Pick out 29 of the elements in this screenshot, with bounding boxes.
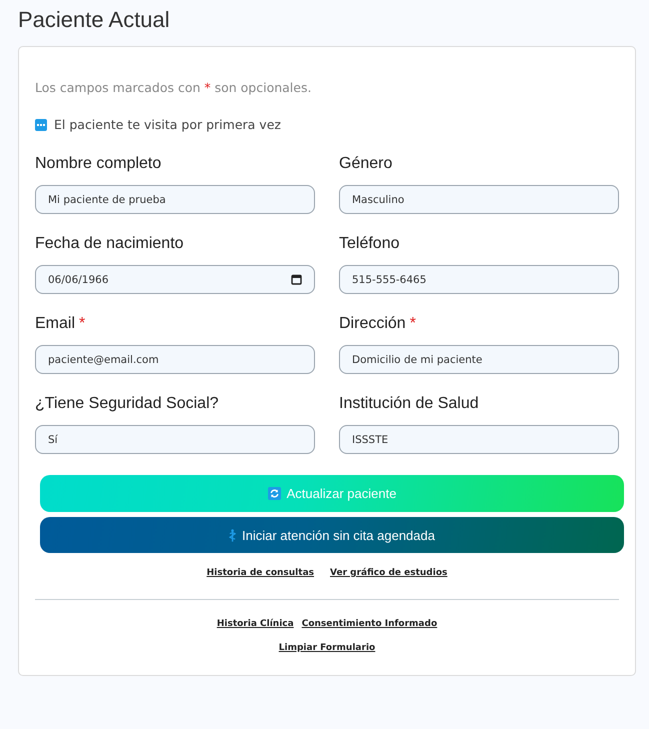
- field-label: Nombre completo: [35, 155, 162, 173]
- badge-icon: [35, 119, 47, 131]
- text-link[interactable]: Ver gráfico de estudios: [330, 567, 448, 580]
- field-label: ¿Tiene Seguridad Social?: [35, 395, 219, 413]
- date-field[interactable]: 06/06/1966: [35, 265, 315, 294]
- field-label: Fecha de nacimiento: [35, 235, 184, 253]
- input-field[interactable]: paciente@email.com: [35, 345, 315, 374]
- field-label: Género: [339, 155, 392, 173]
- input-field[interactable]: Mi paciente de prueba: [35, 185, 315, 214]
- input-field[interactable]: Masculino: [339, 185, 619, 214]
- first-visit-text: El paciente te visita por primera vez: [54, 117, 281, 133]
- text-link[interactable]: Historia Clínica: [216, 618, 294, 631]
- input-field[interactable]: Sí: [35, 425, 315, 454]
- caduceus-icon: [229, 528, 236, 542]
- calendar-icon[interactable]: [291, 274, 302, 285]
- page-title: Paciente Actual: [18, 6, 170, 34]
- action-button[interactable]: Iniciar atención sin cita agendada: [40, 517, 624, 553]
- text-link[interactable]: Historia de consultas: [206, 567, 314, 580]
- field-label: Institución de Salud: [339, 395, 479, 413]
- optional-fields-note: Los campos marcados con * son opcionales.: [35, 80, 312, 96]
- text-link[interactable]: Limpiar Formulario: [278, 642, 376, 655]
- input-field[interactable]: ISSSTE: [339, 425, 619, 454]
- refresh-icon: [268, 487, 281, 500]
- field-label: Email *: [35, 315, 86, 333]
- field-label: Teléfono: [339, 235, 400, 253]
- input-field[interactable]: Domicilio de mi paciente: [339, 345, 619, 374]
- input-field[interactable]: 515-555-6465: [339, 265, 619, 294]
- text-link[interactable]: Consentimiento Informado: [302, 618, 438, 631]
- field-label: Dirección *: [339, 315, 416, 333]
